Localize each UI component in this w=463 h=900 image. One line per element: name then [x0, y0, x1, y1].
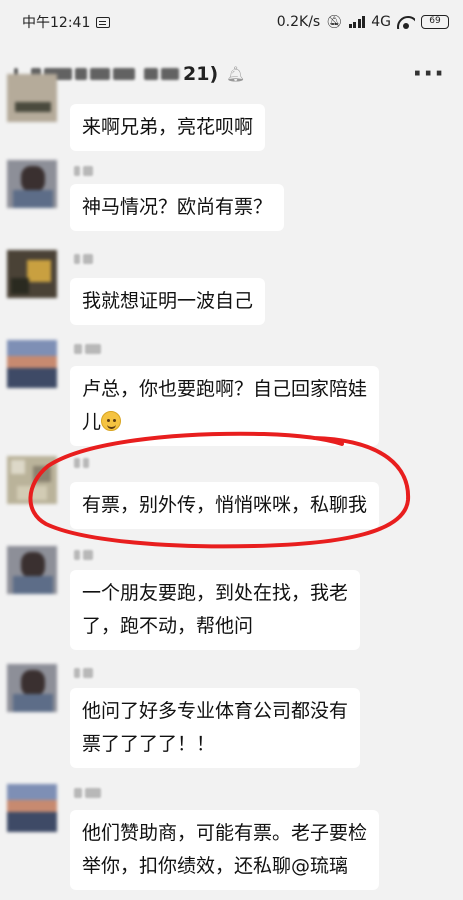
- wifi-icon: [397, 15, 415, 29]
- avatar[interactable]: [7, 664, 57, 712]
- more-options-button[interactable]: ···: [412, 59, 445, 89]
- sender-name: [74, 668, 93, 680]
- network-speed: 0.2K/s: [276, 14, 321, 30]
- message-text: 他们赞助商，可能有票。老子要检: [82, 822, 368, 844]
- message-bubble[interactable]: 一个朋友要跑，到处在找，我老 了，跑不动，帮他问: [70, 570, 361, 650]
- avatar[interactable]: [7, 74, 57, 122]
- avatar[interactable]: [7, 456, 57, 504]
- message-bubble[interactable]: 我就想证明一波自己: [70, 278, 266, 325]
- member-count: 21): [183, 63, 219, 85]
- message-text: 了，跑不动，帮他问: [82, 615, 254, 637]
- message-text: 我就想证明一波自己: [82, 290, 254, 312]
- sender-name: [74, 458, 89, 470]
- message-text: 神马情况？欧尚有票？: [82, 196, 273, 218]
- message-text: 他问了好多专业体育公司都没有: [82, 700, 349, 722]
- battery-indicator: 69: [421, 15, 449, 29]
- network-type: 4G: [371, 14, 391, 30]
- alarm-off-icon: 🔕︎: [326, 14, 343, 30]
- message-text-line: 儿: [82, 406, 367, 439]
- message-text: 有票，别外传，悄悄咪咪，私聊我: [82, 494, 368, 516]
- status-time: 中午12:41: [22, 15, 91, 31]
- sender-name: [74, 254, 93, 266]
- message-bubble[interactable]: 卢总，你也要跑啊？自己回家陪娃 儿: [70, 366, 380, 446]
- sender-name: [74, 550, 93, 562]
- message-notification-icon: [96, 16, 111, 28]
- message-bubble[interactable]: 他们赞助商，可能有票。老子要检 举你，扣你绩效，还私聊@琉璃: [70, 810, 380, 890]
- mute-bell-icon: 🔔︎: [226, 65, 246, 83]
- message-bubble[interactable]: 神马情况？欧尚有票？: [70, 184, 285, 231]
- avatar[interactable]: [7, 160, 57, 208]
- sender-name: [74, 166, 93, 178]
- message-text: 举你，扣你绩效，还私聊@琉璃: [82, 855, 349, 877]
- message-text: 一个朋友要跑，到处在找，我老: [82, 582, 349, 604]
- sender-name: [74, 788, 101, 800]
- message-bubble[interactable]: 他问了好多专业体育公司都没有 票了了了了！！: [70, 688, 361, 768]
- grinning-face-emoji: [101, 411, 122, 431]
- message-text: 卢总，你也要跑啊？自己回家陪娃: [82, 378, 368, 400]
- avatar[interactable]: [7, 784, 57, 832]
- message-bubble[interactable]: 有票，别外传，悄悄咪咪，私聊我: [70, 482, 380, 529]
- message-text: 儿: [82, 411, 102, 433]
- status-bar: 中午12:41 0.2K/s 🔕︎ 4G 69: [0, 0, 463, 44]
- avatar[interactable]: [7, 546, 57, 594]
- sender-name: [74, 344, 101, 356]
- avatar[interactable]: [7, 250, 57, 298]
- message-bubble[interactable]: 来啊兄弟，亮花呗啊: [70, 104, 266, 151]
- signal-icon: [348, 16, 366, 28]
- avatar[interactable]: [7, 340, 57, 388]
- message-text: 票了了了了！！: [82, 733, 216, 755]
- chat-header: 21) 🔔︎ ···: [0, 44, 463, 104]
- message-text: 来啊兄弟，亮花呗啊: [82, 116, 254, 138]
